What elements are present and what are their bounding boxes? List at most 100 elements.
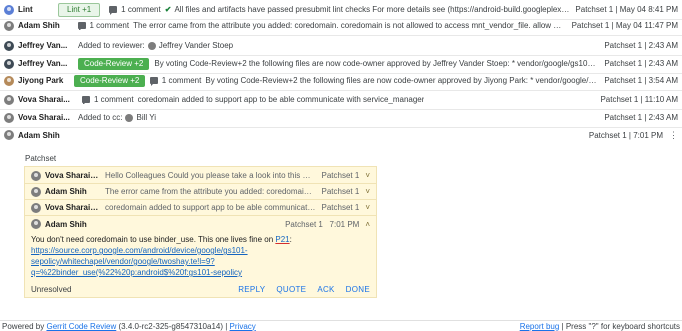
comment-author: Vova Sharaie... bbox=[45, 171, 101, 180]
message-text: The error came from the attribute you ad… bbox=[133, 21, 566, 30]
shortcuts-hint: | Press "?" for keyboard shortcuts bbox=[559, 321, 680, 331]
message-meta: Patchset 1 | 7:01 PM bbox=[588, 130, 663, 140]
avatar bbox=[31, 186, 41, 197]
avatar bbox=[4, 58, 14, 69]
reply-button[interactable]: REPLY bbox=[238, 285, 265, 294]
done-button[interactable]: DONE bbox=[346, 285, 370, 294]
comment-meta: Patchset 1 bbox=[321, 187, 360, 196]
avatar bbox=[31, 219, 41, 229]
url-line-2: sepolicy/whitechapel/vendor/google/twosh… bbox=[31, 257, 215, 266]
comment-icon bbox=[82, 96, 90, 104]
comment-summary: coredomain added to support app to be ab… bbox=[105, 203, 316, 212]
url-line-1: https://source.corp.google.com/android/d… bbox=[31, 246, 248, 255]
cc-name: Bill Yi bbox=[136, 113, 157, 122]
reviewer-avatar bbox=[147, 41, 156, 50]
message-author: Lint bbox=[18, 5, 33, 14]
chevron-down-icon[interactable]: ˅ bbox=[365, 171, 370, 180]
avatar bbox=[4, 40, 14, 51]
source-url-link[interactable]: https://source.corp.google.com/android/d… bbox=[31, 246, 248, 277]
privacy-link[interactable]: Privacy bbox=[230, 322, 256, 331]
message-row[interactable]: Vova Sharai... 1 comment coredomain adde… bbox=[0, 90, 682, 110]
code-review-badge: Code-Review +2 bbox=[74, 74, 146, 87]
reviewer-name: Jeffrey Vander Stoep bbox=[158, 41, 234, 50]
message-summary: Added to reviewer: Jeffrey Vander Stoep bbox=[78, 41, 598, 50]
message-row[interactable]: Jiyong Park Code-Review +2 1 comment By … bbox=[0, 71, 682, 91]
page-footer: Powered by Gerrit Code Review (3.4.0-rc2… bbox=[0, 320, 682, 331]
message-author: Jiyong Park bbox=[18, 76, 64, 85]
comment-summary: The error came from the attribute you ad… bbox=[105, 187, 316, 196]
message-meta: Patchset 1 | 11:10 AM bbox=[600, 95, 678, 104]
thread-comment-collapsed[interactable]: Adam Shih The error came from the attrib… bbox=[25, 184, 376, 200]
message-meta: Patchset 1 | May 04 8:41 PM bbox=[575, 5, 678, 14]
message-author: Adam Shih bbox=[18, 21, 60, 30]
gerrit-change-messages: Lint Lint +1 1 comment ✔ All files and a… bbox=[0, 0, 682, 331]
message-summary: Code-Review +2 1 comment By voting Code-… bbox=[74, 74, 599, 87]
message-summary: 1 comment coredomain added to support ap… bbox=[78, 95, 594, 104]
chevron-down-icon[interactable]: ˅ bbox=[365, 203, 370, 212]
message-row[interactable]: Jeffrey Van... Added to reviewer: Jeffre… bbox=[0, 36, 682, 56]
code-review-badge: Code-Review +2 bbox=[78, 57, 150, 70]
message-meta: Patchset 1 | 2:43 AM bbox=[604, 41, 678, 50]
patchset-label: Patchset bbox=[25, 154, 57, 163]
message-author: Jeffrey Van... bbox=[18, 59, 68, 68]
p21-link[interactable]: P21 bbox=[275, 235, 289, 244]
avatar bbox=[31, 202, 41, 213]
comment-text: You don't need coredomain to use binder_… bbox=[31, 235, 276, 244]
chevron-up-icon[interactable]: ˄ bbox=[365, 220, 370, 229]
comment-count: 1 comment bbox=[121, 5, 161, 14]
message-text: By voting Code-Review+2 the following fi… bbox=[205, 76, 599, 85]
avatar bbox=[4, 130, 14, 140]
check-icon: ✔ bbox=[164, 5, 172, 14]
version-text: (3.4.0-rc2-325-g8547310a14) | bbox=[116, 321, 230, 331]
message-author: Vova Sharai... bbox=[18, 113, 70, 122]
message-summary: Added to cc: Bill Yi bbox=[78, 113, 598, 122]
message-row[interactable]: Adam Shih 1 comment The error came from … bbox=[0, 16, 682, 36]
message-text: By voting Code-Review+2 the following fi… bbox=[154, 59, 599, 68]
comment-colon: : bbox=[289, 235, 292, 244]
comment-count: 1 comment bbox=[89, 21, 130, 30]
comment-body: You don't need coredomain to use binder_… bbox=[31, 234, 371, 278]
gerrit-link[interactable]: Gerrit Code Review bbox=[46, 322, 116, 331]
message-text: Added to cc: bbox=[78, 113, 123, 122]
message-author: Vova Sharai... bbox=[18, 95, 70, 104]
comment-icon bbox=[150, 77, 158, 86]
url-line-3: q=%22binder_use(%22%20p:android$%20f:gs1… bbox=[31, 268, 243, 277]
cc-avatar bbox=[125, 113, 134, 122]
message-meta: Patchset 1 | May 04 11:47 PM bbox=[571, 21, 678, 30]
avatar bbox=[4, 75, 14, 86]
message-text: Added to reviewer: bbox=[78, 41, 145, 50]
comment-icon bbox=[109, 6, 118, 15]
message-author: Jeffrey Van... bbox=[18, 41, 68, 50]
lint-vote-badge: Lint +1 bbox=[58, 2, 101, 17]
message-summary: Code-Review +2 By voting Code-Review+2 t… bbox=[78, 57, 599, 70]
comment-author: Adam Shih bbox=[45, 187, 87, 196]
avatar bbox=[4, 94, 14, 105]
avatar bbox=[31, 170, 41, 181]
comment-actions-bar: Unresolved REPLY QUOTE ACK DONE bbox=[25, 281, 376, 297]
message-summary: Lint +1 1 comment ✔ All files and artifa… bbox=[58, 2, 570, 17]
report-bug-link[interactable]: Report bug bbox=[520, 322, 560, 331]
chevron-down-icon[interactable]: ˅ bbox=[365, 187, 370, 196]
comment-summary: Hello Colleagues Could you please take a… bbox=[105, 171, 316, 180]
comment-meta: Patchset 1 bbox=[321, 171, 360, 180]
thread-comment-collapsed[interactable]: Vova Sharaie... coredomain added to supp… bbox=[25, 200, 376, 216]
thread-comment-collapsed[interactable]: Vova Sharaie... Hello Colleagues Could y… bbox=[25, 168, 376, 184]
comment-thread: Vova Sharaie... Hello Colleagues Could y… bbox=[24, 166, 377, 298]
comment-meta: Patchset 1 7:01 PM bbox=[285, 219, 360, 229]
comment-count: 1 comment bbox=[94, 95, 134, 104]
powered-by-text: Powered by bbox=[2, 321, 47, 331]
message-meta: Patchset 1 | 3:54 AM bbox=[604, 76, 678, 85]
more-options-icon[interactable]: ⋮ bbox=[669, 130, 678, 141]
message-summary: 1 comment The error came from the attrib… bbox=[74, 21, 566, 30]
message-text: coredomain added to support app to be ab… bbox=[137, 95, 425, 104]
comment-author: Adam Shih bbox=[45, 219, 87, 229]
status-label: Unresolved bbox=[31, 284, 72, 294]
avatar bbox=[4, 112, 14, 123]
quote-button[interactable]: QUOTE bbox=[276, 285, 306, 294]
thread-comment-open-header[interactable]: Adam Shih Patchset 1 7:01 PM ˄ bbox=[25, 216, 376, 232]
message-meta: Patchset 1 | 2:43 AM bbox=[604, 59, 678, 68]
message-row-expanded[interactable]: Adam Shih Patchset 1 | 7:01 PM ⋮ bbox=[0, 125, 682, 145]
ack-button[interactable]: ACK bbox=[317, 285, 334, 294]
message-text: All files and artifacts have passed pres… bbox=[174, 5, 570, 14]
message-author: Adam Shih bbox=[18, 130, 60, 140]
